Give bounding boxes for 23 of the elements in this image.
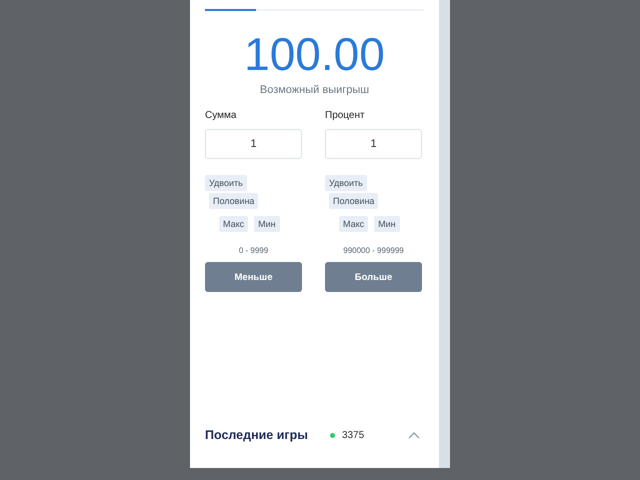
field-label: Процент xyxy=(325,110,366,121)
range-text: 990000 - 999999 xyxy=(342,246,405,255)
bet-button[interactable]: Больше xyxy=(325,262,422,292)
chip-button[interactable]: Удвоить xyxy=(325,175,367,191)
range-text: 0 - 9999 xyxy=(238,246,270,255)
chip-button[interactable]: Половина xyxy=(209,193,258,209)
chip-button[interactable]: Удвоить xyxy=(205,175,247,191)
online-count: 3375 xyxy=(342,430,364,440)
win-amount: 100.00 xyxy=(243,27,386,82)
chip-button[interactable]: Половина xyxy=(329,193,378,209)
caret-icon[interactable] xyxy=(408,432,420,438)
chip-button[interactable]: Мин xyxy=(374,216,400,232)
tab-underline xyxy=(205,9,256,11)
status-dot xyxy=(330,432,335,438)
chip-button[interactable]: Макс xyxy=(219,216,248,232)
field-label: Сумма xyxy=(205,110,238,121)
input-field[interactable]: 1 xyxy=(205,129,302,159)
chip-button[interactable]: Мин xyxy=(254,216,280,232)
input-field[interactable]: 1 xyxy=(325,129,422,159)
bet-button[interactable]: Меньше xyxy=(205,262,302,292)
win-label: Возможный выигрыш xyxy=(258,84,370,96)
recent-games-title: Последние игры xyxy=(205,428,308,442)
chip-button[interactable]: Макс xyxy=(339,216,368,232)
